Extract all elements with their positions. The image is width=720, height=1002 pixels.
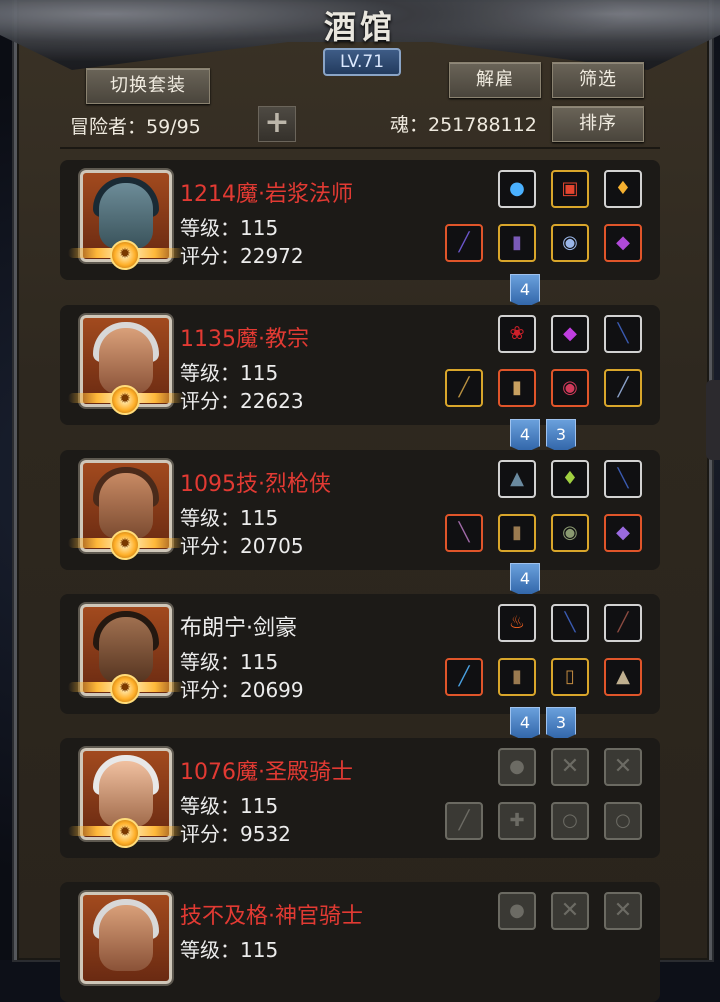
add-slot-button[interactable]: + [258,106,296,142]
helmet-icon[interactable]: ▲ [498,460,536,498]
hero-name: 1135魔·教宗 [180,327,309,352]
empty-slot-icon[interactable]: ✕ [551,748,589,786]
hero-list[interactable]: ✹ 1214魔·岩浆法师 等级：115 评分：22972 ● ▣ ♦ ╱ ▮ ◉… [60,160,660,1002]
switch-outfit-button[interactable]: 切换套装 [86,68,210,104]
rank-sun-icon: ✹ [110,240,140,270]
sort-button[interactable]: 排序 [552,106,644,142]
gem-icon[interactable]: ◆ [604,224,642,262]
gem-tag: 4 [510,563,540,597]
hero-score: 评分：9532 [180,822,291,846]
hero-level: 等级：115 [180,216,279,240]
hero-name: 1214魔·岩浆法师 [180,182,353,207]
hero-score: 评分：20705 [180,534,304,558]
soul-currency: 魂：251788112 [390,114,537,136]
scroll-icon[interactable]: ▯ [551,658,589,696]
hero-level: 等级：115 [180,938,279,962]
hero-card[interactable]: ✹ 1135魔·教宗 等级：115 评分：22623 ❀ ◆ ╲ ╱ ▮ ◉ ╱ [60,305,660,425]
rank-sun-icon: ✹ [110,674,140,704]
rank-sun-icon: ✹ [110,530,140,560]
empty-slot-icon[interactable]: ● [498,748,536,786]
side-panel-tab[interactable] [706,380,720,460]
helmet-icon[interactable]: ▲ [604,658,642,696]
hero-card[interactable]: ✹ 1076魔·圣殿骑士 等级：115 评分：9532 ● ✕ ✕ ╱ ✚ ○ … [60,738,660,858]
hero-score: 评分：22623 [180,389,304,413]
empty-slot-icon[interactable]: ○ [551,802,589,840]
hero-card[interactable]: ✹ 1095技·烈枪侠 等级：115 评分：20705 ▲ ♦ ╲ ╲ ▮ ◉ … [60,450,660,570]
hero-portrait [80,892,172,984]
hero-score: 评分：20699 [180,678,304,702]
face [99,905,153,971]
shield-icon[interactable]: ◉ [551,514,589,552]
hero-level: 等级：115 [180,650,279,674]
empty-slot-icon[interactable]: ✕ [604,892,642,930]
armor-icon[interactable]: ▮ [498,369,536,407]
robe-icon[interactable]: ▮ [498,224,536,262]
dismiss-button[interactable]: 解雇 [449,62,541,98]
empty-slot-icon[interactable]: ╱ [445,802,483,840]
tavern-level-badge: LV.71 [323,48,401,76]
scroll-icon[interactable]: ╱ [604,604,642,642]
hero-card[interactable]: 技不及格·神官骑士 等级：115 ● ✕ ✕ [60,882,660,1002]
hero-level: 等级：115 [180,506,279,530]
scroll-icon[interactable]: ╱ [604,369,642,407]
hero-score: 评分：22972 [180,244,304,268]
amulet-icon[interactable]: ◉ [551,224,589,262]
empty-slot-icon[interactable]: ● [498,892,536,930]
demon-mask-icon[interactable]: ▣ [551,170,589,208]
bow-icon[interactable]: ╲ [604,315,642,353]
gem-icon[interactable]: ◆ [551,315,589,353]
hero-name: 1076魔·圣殿骑士 [180,760,353,785]
empty-slot-icon[interactable]: ✚ [498,802,536,840]
gem-tag: 4 [510,707,540,741]
empty-slot-icon[interactable]: ✕ [604,748,642,786]
gem-tag: 3 [546,707,576,741]
empty-slot-icon[interactable]: ○ [604,802,642,840]
rank-sun-icon: ✹ [110,385,140,415]
gem-icon[interactable]: ◆ [604,514,642,552]
lantern-icon[interactable]: ♦ [551,460,589,498]
hero-name: 布朗宁·剑豪 [180,616,297,641]
flame-icon[interactable]: ❀ [498,315,536,353]
orb-icon[interactable]: ● [498,170,536,208]
sword-icon[interactable]: ╱ [445,658,483,696]
flame-icon[interactable]: ♨ [498,604,536,642]
divider [60,147,660,149]
rank-sun-icon: ✹ [110,818,140,848]
empty-slot-icon[interactable]: ✕ [551,892,589,930]
filter-button[interactable]: 筛选 [552,62,644,98]
lantern-icon[interactable]: ♦ [604,170,642,208]
staff-icon[interactable]: ╱ [445,224,483,262]
hero-name: 1095技·烈枪侠 [180,472,331,497]
hero-name: 技不及格·神官骑士 [180,904,363,929]
gem-tag: 3 [546,419,576,453]
adventurer-count: 冒险者：59/95 [70,116,201,138]
armor-icon[interactable]: ▮ [498,514,536,552]
armor-icon[interactable]: ▮ [498,658,536,696]
hero-level: 等级：115 [180,794,279,818]
gem-tag: 4 [510,274,540,308]
hero-card[interactable]: ✹ 布朗宁·剑豪 等级：115 评分：20699 ♨ ╲ ╱ ╱ ▮ ▯ ▲ [60,594,660,714]
hero-card[interactable]: ✹ 1214魔·岩浆法师 等级：115 评分：22972 ● ▣ ♦ ╱ ▮ ◉… [60,160,660,280]
gem-tag: 4 [510,419,540,453]
staff-icon[interactable]: ╱ [445,369,483,407]
sword-icon[interactable]: ╲ [445,514,483,552]
bow-icon[interactable]: ╲ [604,460,642,498]
bow-icon[interactable]: ╲ [551,604,589,642]
page-title: 酒馆 [323,8,396,46]
hero-level: 等级：115 [180,361,279,385]
amulet-icon[interactable]: ◉ [551,369,589,407]
